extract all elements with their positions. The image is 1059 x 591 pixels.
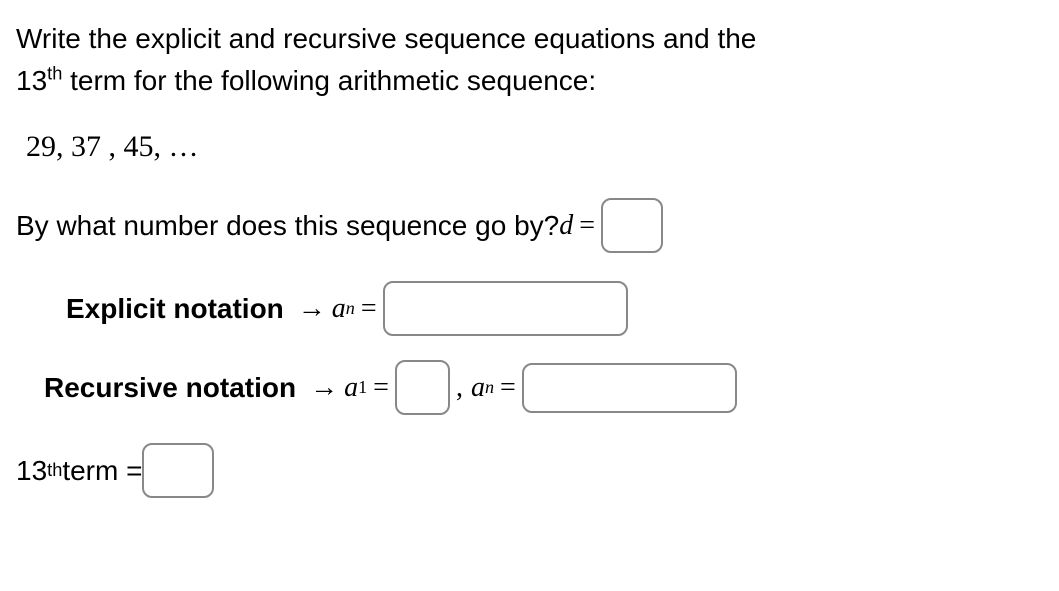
sub-1: 1 (358, 377, 367, 398)
d-input[interactable] (601, 198, 663, 253)
recursive-notation-row: Recursive notation → a1 = , an = (44, 360, 1043, 415)
explicit-label: Explicit notation (66, 293, 284, 325)
thirteenth-term-row: 13th term = (16, 443, 1043, 498)
equals-sign: = (579, 210, 595, 242)
a1-input[interactable] (395, 360, 450, 415)
prompt-line2: term for the following arithmetic sequen… (62, 65, 596, 96)
equals-explicit: = (361, 293, 377, 325)
arrow-icon: → (298, 293, 326, 325)
arrow-icon-2: → (310, 372, 338, 404)
term-input[interactable] (142, 443, 214, 498)
sub-n-recursive: n (485, 377, 494, 398)
explicit-notation-row: Explicit notation → an = (66, 281, 1043, 336)
equals-an: = (500, 372, 516, 404)
recursive-label: Recursive notation (44, 372, 296, 404)
equals-a1: = (373, 372, 389, 404)
term-label: term = (62, 455, 142, 487)
a-var-a1: a (344, 372, 358, 404)
term-13: 13 (16, 455, 47, 487)
comma: , (456, 372, 463, 404)
prompt-th-sup: th (47, 64, 62, 84)
an-input[interactable] (522, 363, 737, 413)
sub-n-explicit: n (346, 298, 355, 319)
sequence-values: 29, 37 , 45, … (26, 130, 1043, 164)
explicit-input[interactable] (383, 281, 628, 336)
d-variable: d (559, 210, 573, 242)
prompt-13: 13 (16, 65, 47, 96)
question-d-text: By what number does this sequence go by? (16, 210, 559, 242)
term-th-sup: th (47, 460, 62, 481)
a-var-an: a (471, 372, 485, 404)
question-d-row: By what number does this sequence go by?… (16, 198, 1043, 253)
prompt-line1: Write the explicit and recursive sequenc… (16, 23, 756, 54)
problem-prompt: Write the explicit and recursive sequenc… (16, 18, 1043, 102)
a-var-explicit: a (332, 293, 346, 325)
